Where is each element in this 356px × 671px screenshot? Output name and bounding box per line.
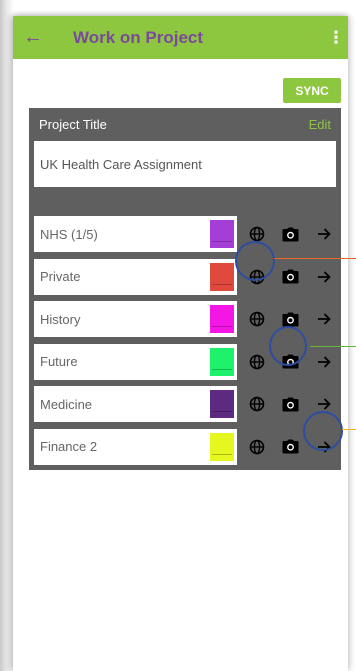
- arrow-right-icon[interactable]: [312, 265, 336, 289]
- annotation-pointer-arrow: [342, 429, 356, 430]
- globe-icon[interactable]: [245, 435, 269, 459]
- project-title-label: Project Title: [39, 117, 107, 132]
- camera-icon[interactable]: [278, 222, 302, 246]
- section-row[interactable]: Private: [34, 258, 336, 295]
- globe-icon[interactable]: [245, 350, 269, 374]
- color-swatch[interactable]: [210, 305, 234, 333]
- color-swatch[interactable]: [210, 262, 234, 291]
- edit-link[interactable]: Edit: [309, 117, 331, 132]
- more-vertical-icon[interactable]: ⋮: [328, 16, 345, 59]
- color-swatch[interactable]: [210, 432, 234, 461]
- globe-icon[interactable]: [245, 392, 269, 416]
- back-arrow-icon[interactable]: ←: [13, 16, 53, 59]
- project-header: Project Title Edit: [29, 108, 341, 140]
- app-bar: ← Work on Project ⋮: [13, 16, 348, 59]
- annotation-circle-camera: [269, 326, 307, 366]
- camera-icon[interactable]: [278, 435, 302, 459]
- section-label[interactable]: History: [34, 301, 237, 337]
- color-swatch[interactable]: [210, 220, 234, 248]
- color-swatch[interactable]: [210, 390, 234, 418]
- page-title: Work on Project: [73, 27, 204, 47]
- sync-button[interactable]: SYNC: [283, 78, 341, 103]
- globe-icon[interactable]: [245, 307, 269, 331]
- swatch-underline: [212, 283, 232, 285]
- arrow-right-icon[interactable]: [312, 222, 336, 246]
- swatch-underline: [212, 411, 232, 412]
- annotation-pointer-camera: [310, 346, 356, 347]
- arrow-right-icon[interactable]: [312, 307, 336, 331]
- project-title-field[interactable]: UK Health Care Assignment: [34, 141, 336, 187]
- section-label[interactable]: Private: [34, 258, 237, 295]
- annotation-circle-globe: [235, 241, 275, 281]
- section-label[interactable]: Medicine: [34, 386, 237, 422]
- section-row[interactable]: NHS (1/5): [34, 216, 336, 252]
- section-row[interactable]: Finance 2: [34, 428, 336, 465]
- annotation-circle-arrow: [303, 411, 343, 451]
- section-label[interactable]: Future: [34, 343, 237, 380]
- camera-icon[interactable]: [278, 392, 302, 416]
- swatch-underline: [212, 453, 232, 455]
- arrow-right-icon[interactable]: [312, 350, 336, 374]
- swatch-underline: [212, 326, 232, 327]
- camera-icon[interactable]: [278, 265, 302, 289]
- section-row[interactable]: Medicine: [34, 386, 336, 422]
- swatch-underline: [212, 368, 232, 370]
- swatch-underline: [212, 241, 232, 242]
- annotation-pointer-globe: [274, 258, 356, 259]
- color-swatch[interactable]: [210, 347, 234, 376]
- section-label[interactable]: NHS (1/5): [34, 216, 237, 252]
- project-panel: Project Title Edit UK Health Care Assign…: [29, 108, 341, 470]
- section-label[interactable]: Finance 2: [34, 428, 237, 465]
